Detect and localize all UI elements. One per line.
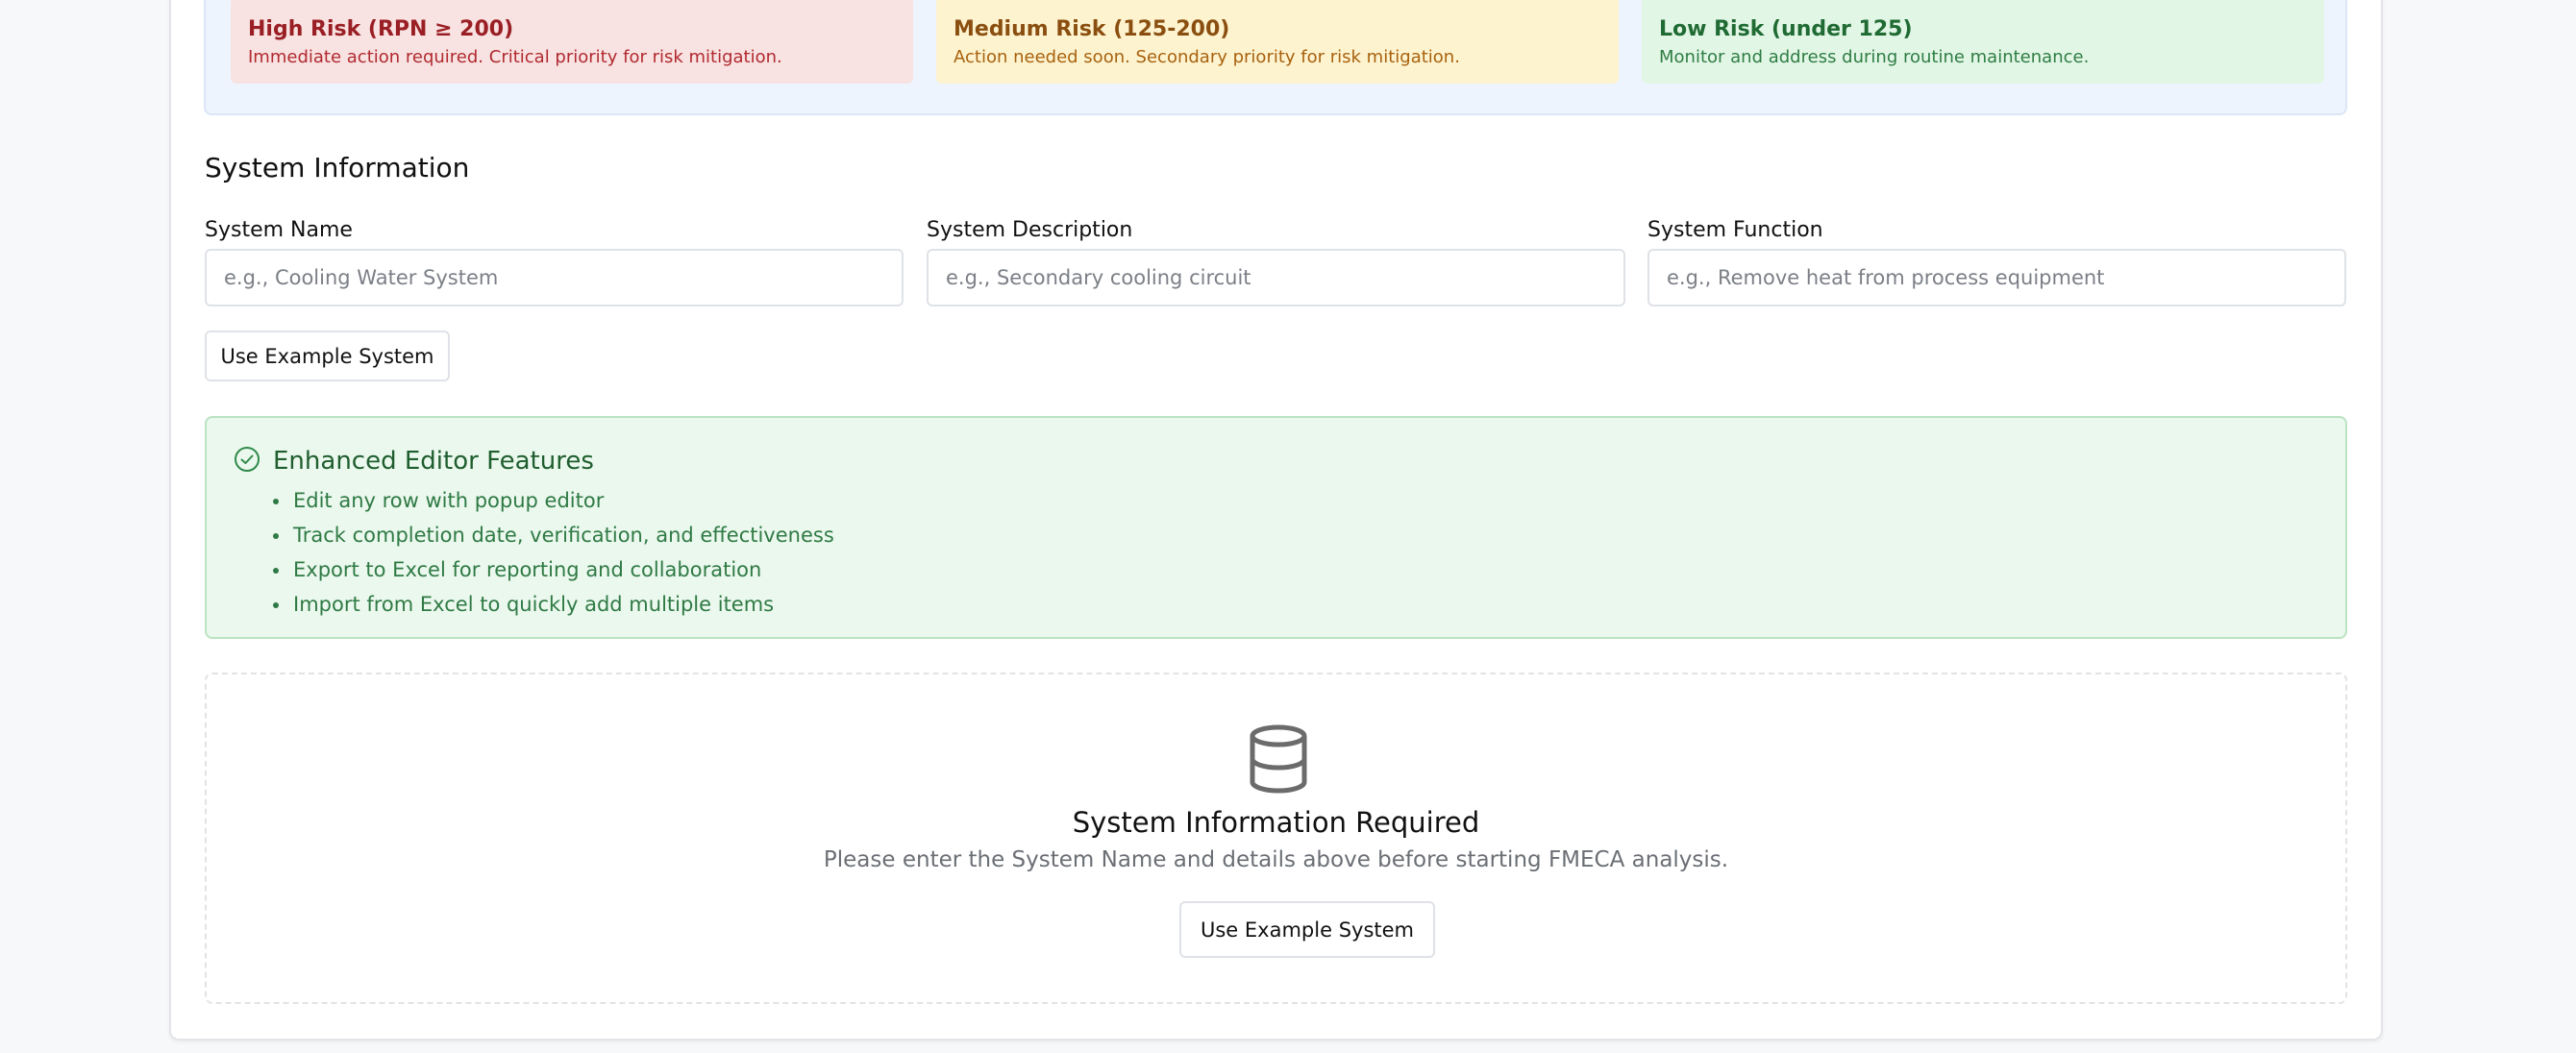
medium-risk-title: Medium Risk (125-200) [954,17,1230,41]
high-risk-box: High Risk (RPN ≥ 200) Immediate action r… [231,0,913,84]
low-risk-box: Low Risk (under 125) Monitor and address… [1642,0,2324,84]
features-list: Edit any row with popup editor Track com… [291,483,834,622]
use-example-system-button[interactable]: Use Example System [1179,901,1435,958]
empty-state-title: System Information Required [1072,806,1480,839]
low-risk-title: Low Risk (under 125) [1659,17,1913,41]
database-icon [1248,724,1309,797]
high-risk-description: Immediate action required. Critical prio… [248,47,782,67]
check-circle-icon [233,445,261,478]
risk-legend: High Risk (RPN ≥ 200) Immediate action r… [204,0,2347,115]
enhanced-editor-features-panel: Enhanced Editor Features Edit any row wi… [205,416,2347,639]
medium-risk-box: Medium Risk (125-200) Action needed soon… [936,0,1619,84]
system-name-input[interactable] [205,249,904,306]
features-title: Enhanced Editor Features [273,447,594,476]
empty-state-description: Please enter the System Name and details… [823,847,1729,872]
feature-item: Import from Excel to quickly add multipl… [291,587,834,622]
low-risk-description: Monitor and address during routine maint… [1659,47,2090,67]
system-function-label: System Function [1647,218,1823,242]
medium-risk-description: Action needed soon. Secondary priority f… [954,47,1460,67]
feature-item: Track completion date, verification, and… [291,518,834,552]
system-info-required-empty-state: System Information Required Please enter… [205,673,2347,1004]
system-name-label: System Name [205,218,353,242]
features-header: Enhanced Editor Features [233,445,594,478]
high-risk-title: High Risk (RPN ≥ 200) [248,17,514,41]
feature-item: Export to Excel for reporting and collab… [291,552,834,587]
system-function-input[interactable] [1647,249,2346,306]
use-example-system-button[interactable]: Use Example System [205,331,450,381]
system-description-input[interactable] [927,249,1625,306]
feature-item: Edit any row with popup editor [291,483,834,518]
system-description-label: System Description [927,218,1133,242]
system-information-heading: System Information [205,152,470,184]
